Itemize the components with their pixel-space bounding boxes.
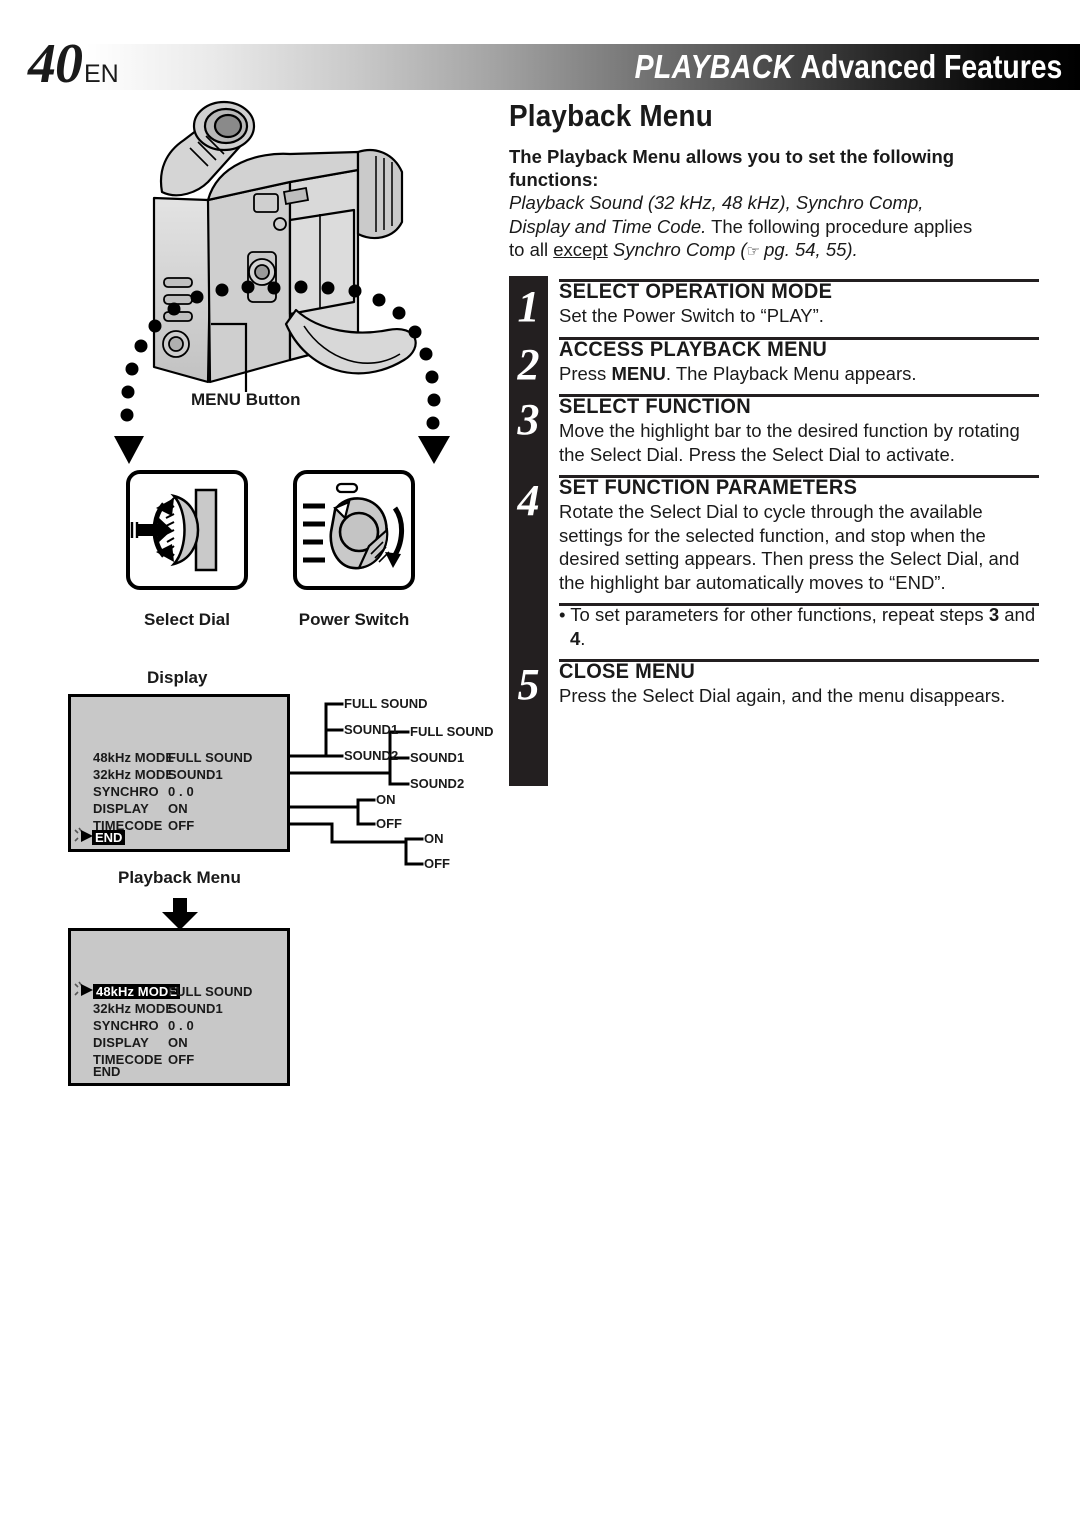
step-number-4: 4 [517, 476, 540, 525]
menu-row-value-1: SOUND1 [168, 767, 223, 782]
intro-line-1: Playback Sound (32 kHz, 48 kHz), Synchro… [509, 192, 924, 213]
intro-except-underline: except [553, 239, 608, 260]
menu-panel-initial: 48kHz MODE FULL SOUND 32kHz MODE SOUND1 … [68, 694, 290, 852]
intro-line-3-a: to all [509, 239, 554, 260]
intro-line-2-italic: Display and Time Code. [509, 215, 707, 237]
manual-page: 40EN PLAYBACK Advanced Features MENU But… [0, 0, 1080, 1533]
menu2-row-label-2: SYNCHRO [93, 1018, 159, 1033]
power-switch-label: Power Switch [298, 610, 410, 629]
intro-bold-text: The Playback Menu allows you to set the … [509, 146, 955, 190]
menu-button-label: MENU Button [191, 390, 301, 409]
branch-lines [288, 702, 424, 866]
camcorder-svg [114, 100, 450, 464]
power-switch-icon [303, 482, 404, 570]
branch-48khz-option-0: FULL SOUND [344, 696, 428, 711]
page-number-value: 40 [28, 33, 83, 95]
menu-end-row: END [92, 830, 126, 845]
menu-row-value-0: FULL SOUND [168, 750, 253, 765]
step-body-3: Move the highlight bar to the desired fu… [559, 420, 1020, 465]
step-2-body-pre: Press [559, 362, 612, 384]
step-rule-note [559, 603, 1039, 606]
menu2-row-label-1: 32kHz MODE [93, 1001, 175, 1016]
menu-panel-selected: 48kHz MODE FULL SOUND 32kHz MODE SOUND1 … [68, 928, 290, 1086]
menu2-row-value-4: OFF [168, 1052, 195, 1067]
menu-branch-diagram: FULL SOUND SOUND1 SOUND2 FULL SOUND SOUN… [288, 694, 520, 874]
menu-row-value-2: 0 . 0 [168, 784, 194, 799]
power-switch-diagram [293, 470, 415, 590]
step-4: 4 SET FUNCTION PARAMETERS Rotate the Sel… [509, 475, 1039, 594]
branch-timecode-option-0: ON [424, 831, 444, 846]
blinking-cursor-icon [73, 826, 93, 844]
menu2-row-value-0: FULL SOUND [168, 984, 253, 999]
intro-body-text: Playback Sound (32 kHz, 48 kHz), Synchro… [509, 191, 1039, 264]
select-dial-icon [130, 488, 218, 572]
step-5: 5 CLOSE MENU Press the Select Dial again… [509, 659, 1039, 708]
menu-row-label-1: 32kHz MODE [93, 767, 175, 782]
step-2-menu-keyword: MENU [611, 362, 666, 384]
page-title-playback: PLAYBACK [634, 48, 794, 85]
note-step-3: 3 [988, 604, 1000, 625]
step-heading-5: CLOSE MENU [559, 659, 696, 683]
display-label: Display [147, 668, 208, 687]
menu2-row-label-3: DISPLAY [93, 1035, 149, 1050]
note-post: . [580, 627, 586, 649]
menu2-end-row: END [93, 1064, 121, 1079]
blinking-cursor-icon-2 [73, 980, 93, 998]
step-number-5: 5 [517, 660, 540, 709]
menu2-row-value-1: SOUND1 [168, 1001, 223, 1016]
note-pre: • To set parameters for other functions,… [559, 604, 989, 625]
step-heading-4: SET FUNCTION PARAMETERS [559, 475, 858, 499]
menu2-row-value-3: ON [168, 1035, 188, 1050]
step-body-5: Press the Select Dial again, and the men… [559, 685, 1006, 706]
menu2-row-value-2: 0 . 0 [168, 1018, 194, 1033]
menu-row-label-3: DISPLAY [93, 801, 149, 816]
branch-32khz-option-0: FULL SOUND [410, 724, 494, 739]
section-title: Playback Menu [509, 98, 713, 133]
menu-row-label-0: 48kHz MODE [93, 750, 175, 765]
menu-row-value-3: ON [168, 801, 188, 816]
step-heading-1: SELECT OPERATION MODE [559, 279, 833, 303]
branch-display-option-1: OFF [376, 816, 402, 831]
step-body-4: Rotate the Select Dial to cycle through … [559, 501, 1020, 593]
menu-row-label-2: SYNCHRO [93, 784, 159, 799]
step-heading-2: ACCESS PLAYBACK MENU [559, 336, 828, 361]
step-number-2: 2 [517, 339, 540, 389]
step-2: 2 ACCESS PLAYBACK MENU Press MENU. The P… [509, 336, 1039, 389]
step-3: 3 SELECT FUNCTION Move the highlight bar… [509, 394, 1039, 466]
intro-line-3-c: pg. 54, 55). [758, 239, 858, 260]
branch-48khz-option-1: SOUND1 [344, 722, 399, 737]
branch-timecode-option-1: OFF [424, 856, 450, 871]
note-step-4: 4 [570, 627, 581, 649]
step-note-text: • To set parameters for other functions,… [559, 603, 1039, 650]
step-heading-3: SELECT FUNCTION [559, 394, 751, 418]
callout-arrowhead-right [418, 436, 450, 464]
pointing-hand-icon: ☞ [746, 243, 760, 260]
branch-display-option-0: ON [376, 792, 396, 807]
step-2-body-post: . The Playback Menu appears. [665, 362, 917, 384]
branch-48khz-option-2: SOUND2 [344, 748, 399, 763]
page-title-advanced-features: Advanced Features [800, 48, 1062, 85]
right-column: Playback Menu The Playback Menu allows y… [509, 100, 1039, 264]
page-language-code: EN [84, 60, 119, 88]
step-number-1: 1 [517, 282, 540, 331]
page-title: PLAYBACK Advanced Features [634, 50, 1062, 84]
branch-32khz-option-2: SOUND2 [410, 776, 465, 791]
step-1: 1 SELECT OPERATION MODE Set the Power Sw… [509, 279, 1039, 331]
step-note: • To set parameters for other functions,… [509, 603, 1039, 650]
menu-row-value-4: OFF [168, 818, 195, 833]
branch-32khz-option-1: SOUND1 [410, 750, 465, 765]
page-number: 40EN [28, 36, 119, 92]
callout-arrowhead-left [114, 436, 144, 464]
note-mid: and [999, 604, 1036, 625]
select-dial-label: Select Dial [144, 610, 230, 629]
step-body-1: Set the Power Switch to “PLAY”. [559, 305, 824, 326]
steps-list: 1 SELECT OPERATION MODE Set the Power Sw… [509, 276, 1039, 786]
step-body-2: Press MENU. The Playback Menu appears. [559, 362, 1039, 386]
step-number-3: 3 [517, 395, 540, 444]
select-dial-diagram [126, 470, 248, 590]
intro-line-3-b: Synchro Comp ( [607, 239, 747, 260]
playback-menu-caption: Playback Menu [118, 868, 241, 887]
intro-line-2-rest: The following procedure applies [706, 215, 973, 237]
